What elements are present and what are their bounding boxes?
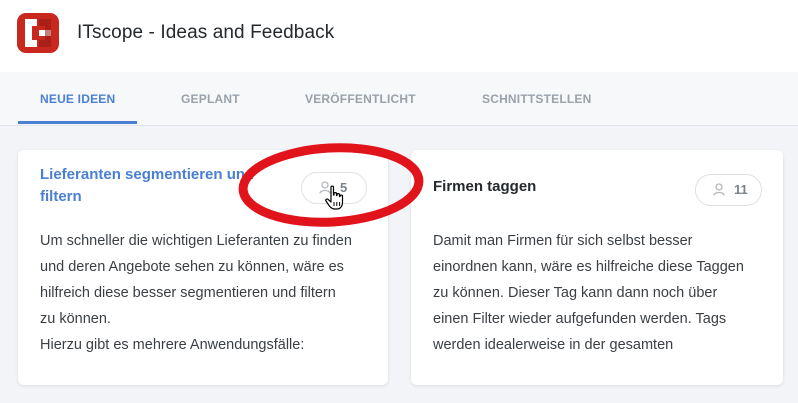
itscope-logo-icon[interactable]	[17, 13, 59, 53]
vote-button[interactable]: 11	[695, 174, 762, 206]
description-line: werden idealerweise in der gesamten	[433, 337, 674, 353]
description-line: einordnen kann, wäre es hilfreiche diese…	[433, 259, 744, 275]
description-line: einen Filter wieder aufgefunden werden. …	[433, 311, 727, 327]
idea-description: Damit man Firmen für sich selbst besser …	[433, 228, 773, 358]
description-line: Hierzu gibt es mehrere Anwendungsfälle:	[40, 337, 305, 353]
description-line: zu können. Dieser Tag kann dann noch übe…	[433, 285, 718, 301]
description-line: und deren Angebote sehen zu können, wäre…	[40, 259, 344, 275]
idea-card[interactable]: Firmen taggen 11 Damit man Firmen für si…	[411, 150, 783, 385]
description-line: Damit man Firmen für sich selbst besser	[433, 233, 693, 249]
idea-description: Um schneller die wichtigen Lieferanten z…	[40, 228, 380, 358]
description-line: Um schneller die wichtigen Lieferanten z…	[40, 233, 352, 249]
page-title: ITscope - Ideas and Feedback	[77, 22, 335, 43]
hand-cursor-icon	[325, 185, 344, 210]
app-header: ITscope - Ideas and Feedback	[0, 0, 798, 72]
active-tab-indicator	[18, 121, 137, 124]
tab-bar: NEUE IDEEN GEPLANT VERÖFFENTLICHT SCHNIT…	[0, 72, 798, 126]
idea-title[interactable]: Lieferanten segmentieren und filtern	[40, 164, 285, 208]
idea-title[interactable]: Firmen taggen	[433, 176, 673, 198]
tab-veroeffentlicht[interactable]: VERÖFFENTLICHT	[305, 72, 416, 125]
tab-neue-ideen[interactable]: NEUE IDEEN	[40, 72, 115, 125]
vote-count: 11	[734, 182, 748, 197]
description-line: hilfreich diese besser segmentieren und …	[40, 285, 336, 301]
user-icon	[713, 183, 725, 196]
tab-schnittstellen[interactable]: SCHNITTSTELLEN	[482, 72, 591, 125]
tab-geplant[interactable]: GEPLANT	[181, 72, 240, 125]
description-line: zu können.	[40, 311, 111, 327]
